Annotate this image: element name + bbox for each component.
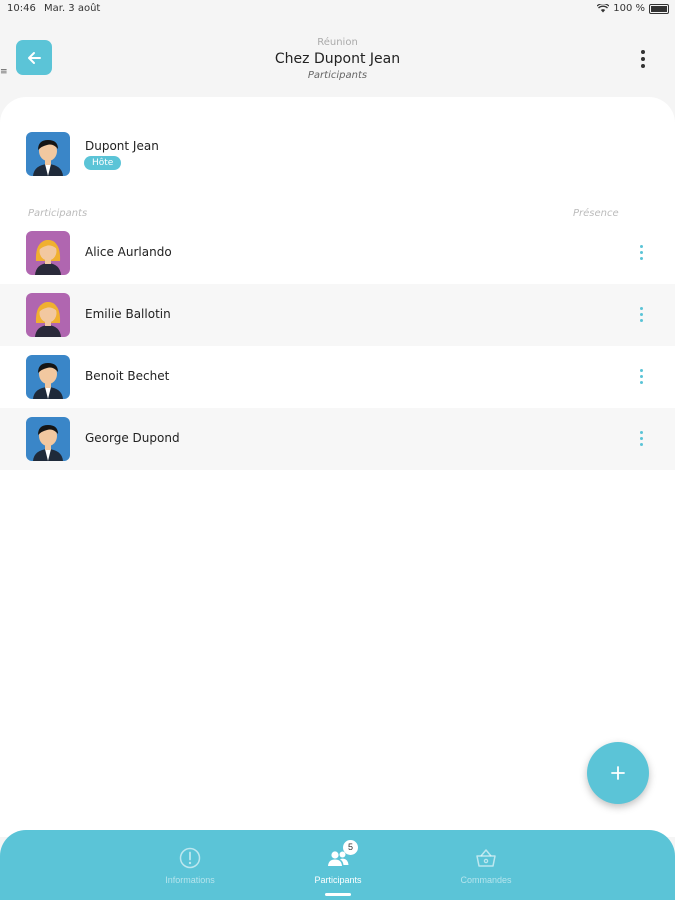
host-badge: Hôte (84, 156, 122, 170)
dot (639, 312, 643, 316)
male-avatar-icon (26, 132, 70, 176)
basket-icon (476, 849, 496, 867)
info-icon (179, 847, 201, 869)
more-options-button[interactable] (633, 46, 653, 72)
female-avatar-icon (26, 293, 70, 337)
male-avatar-icon (26, 417, 70, 461)
participant-row[interactable]: George Dupond (0, 408, 675, 470)
participant-row[interactable]: Emilie Ballotin (0, 284, 675, 346)
add-participant-button[interactable] (587, 742, 649, 804)
participant-menu-button[interactable] (635, 426, 647, 450)
status-date: Mar. 3 août (44, 3, 101, 14)
participant-name: George Dupond (85, 431, 180, 445)
participant-menu-button[interactable] (635, 240, 647, 264)
page-title: Chez Dupont Jean (274, 51, 401, 67)
status-bar: 10:46 Mar. 3 août 100 % (0, 0, 675, 18)
active-tab-indicator (325, 893, 351, 896)
participants-card: Dupont Jean Hôte Participants Présence A… (0, 97, 675, 837)
dot (639, 374, 643, 378)
tab-informations[interactable]: Informations (130, 830, 250, 900)
participants-count-badge: 5 (343, 840, 358, 855)
male-avatar-icon (26, 355, 70, 399)
participant-menu-button[interactable] (635, 302, 647, 326)
female-avatar-icon (26, 231, 70, 275)
dot (641, 57, 645, 61)
header: ≡ Réunion Chez Dupont Jean Participants (0, 18, 675, 98)
participant-row[interactable]: Alice Aurlando (0, 222, 675, 284)
participant-name: Emilie Ballotin (85, 307, 171, 321)
wifi-icon (597, 4, 610, 13)
dot (639, 250, 643, 254)
status-time: 10:46 (7, 3, 36, 14)
header-overline: Réunion (317, 37, 358, 48)
dot (639, 430, 643, 434)
tab-label: Informations (165, 875, 215, 885)
bottom-nav: Informations 5 Participants Commandes (0, 830, 675, 900)
tab-participants[interactable]: 5 Participants (278, 830, 398, 900)
host-row: Dupont Jean Hôte (26, 132, 526, 178)
dot (639, 442, 643, 446)
host-name: Dupont Jean (85, 139, 159, 153)
dot (639, 256, 643, 260)
participant-name: Alice Aurlando (85, 245, 172, 259)
tab-label: Participants (314, 875, 362, 885)
dot (639, 244, 643, 248)
dot (639, 368, 643, 372)
battery-icon (649, 3, 669, 14)
dot (641, 50, 645, 54)
page-subtitle: Participants (307, 70, 368, 81)
presence-column-header: Présence (573, 208, 619, 219)
dot (639, 380, 643, 384)
participants-column-header: Participants (28, 208, 88, 219)
battery-percent: 100 % (613, 3, 645, 14)
tab-commandes[interactable]: Commandes (426, 830, 546, 900)
dot (639, 318, 643, 322)
participant-name: Benoit Bechet (85, 369, 170, 383)
dot (639, 436, 643, 440)
status-indicators: 100 % (597, 3, 669, 14)
dot (639, 306, 643, 310)
participant-menu-button[interactable] (635, 364, 647, 388)
participant-row[interactable]: Benoit Bechet (0, 346, 675, 408)
tab-label: Commandes (460, 875, 512, 885)
dot (641, 64, 645, 68)
plus-icon (611, 766, 625, 780)
